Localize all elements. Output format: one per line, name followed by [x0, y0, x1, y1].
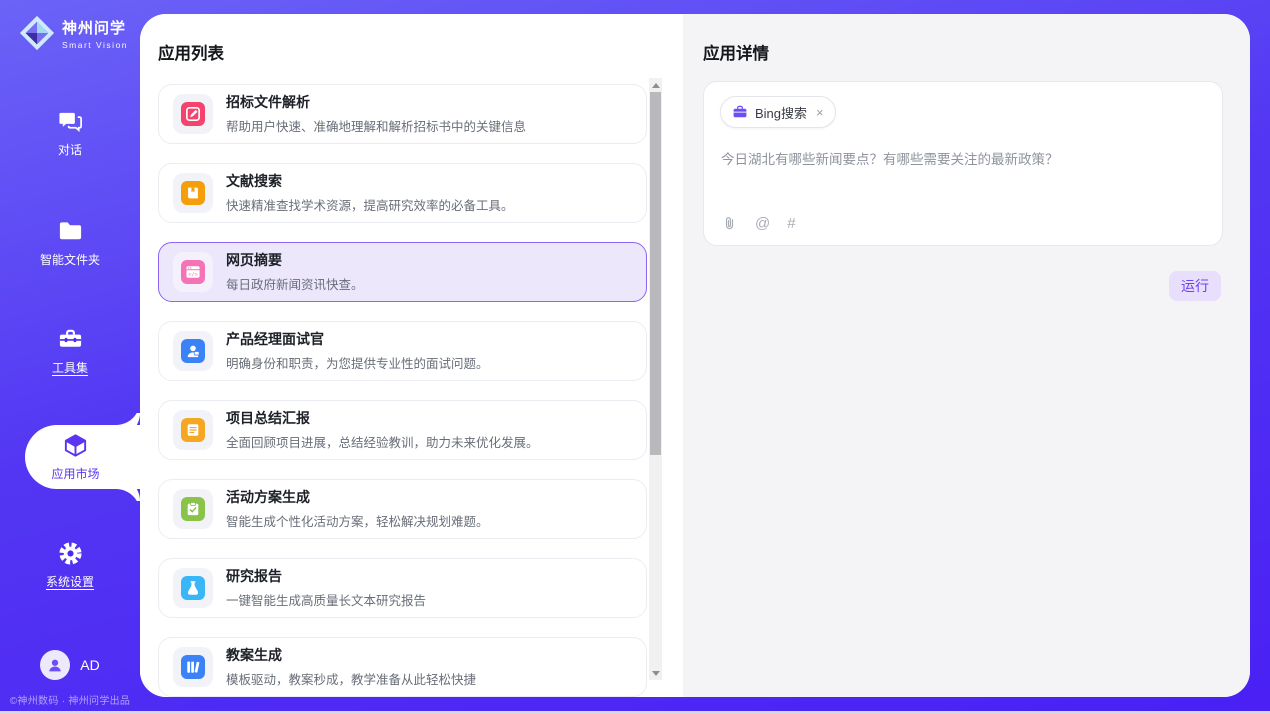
sidebar-item-app-market[interactable]: 应用市场: [25, 425, 140, 489]
app-card-description: 帮助用户快速、准确地理解和解析招标书中的关键信息: [226, 116, 526, 135]
app-card-list: 招标文件解析帮助用户快速、准确地理解和解析招标书中的关键信息文献搜索快速精准查找…: [158, 84, 647, 697]
chat-icon: [57, 108, 84, 135]
sidebar-item-settings[interactable]: 系统设置: [0, 536, 140, 594]
report-note-icon: [181, 418, 205, 442]
app-card-title: 招标文件解析: [226, 93, 526, 111]
app-icon-container: [173, 173, 213, 213]
person-icon: [46, 656, 64, 674]
tool-tag-bing-search[interactable]: Bing搜索 ×: [720, 96, 836, 128]
avatar: [40, 650, 70, 680]
run-button[interactable]: 运行: [1169, 271, 1221, 301]
app-card-web-summary[interactable]: </> 网页摘要每日政府新闻资讯快查。: [158, 242, 647, 302]
pen-square-icon: [181, 102, 205, 126]
mention-at-icon[interactable]: @: [755, 215, 770, 232]
app-card-lesson-plan[interactable]: 教案生成模板驱动，教案秒成，教学准备从此轻松快捷: [158, 637, 647, 697]
sidebar: 神州问学 Smart Vision 对话智能文件夹工具集应用市场系统设置 AD …: [0, 0, 140, 714]
sidebar-item-label: 工具集: [52, 359, 88, 376]
app-card-literature[interactable]: 文献搜索快速精准查找学术资源，提高研究效率的必备工具。: [158, 163, 647, 223]
sidebar-item-chat[interactable]: 对话: [0, 104, 140, 162]
sidebar-item-toolkit[interactable]: 工具集: [0, 322, 140, 380]
hash-icon[interactable]: #: [787, 215, 795, 232]
app-window: 神州问学 Smart Vision 对话智能文件夹工具集应用市场系统设置 AD …: [0, 0, 1270, 714]
app-detail-title: 应用详情: [703, 40, 769, 64]
interviewer-icon: [181, 339, 205, 363]
app-card-title: 活动方案生成: [226, 488, 489, 506]
app-card-bid-doc-parse[interactable]: 招标文件解析帮助用户快速、准确地理解和解析招标书中的关键信息: [158, 84, 647, 144]
app-card-research-report[interactable]: 研究报告一键智能生成高质量长文本研究报告: [158, 558, 647, 618]
app-card-title: 产品经理面试官: [226, 330, 489, 348]
briefcase-icon: [732, 104, 748, 120]
gear-icon: [57, 540, 84, 567]
scrollbar-thumb[interactable]: [650, 92, 661, 455]
app-icon-container: </>: [173, 252, 213, 292]
paperclip-icon[interactable]: [721, 215, 738, 232]
app-card-project-summary[interactable]: 项目总结汇报全面回顾项目进展，总结经验教训，助力未来优化发展。: [158, 400, 647, 460]
sidebar-item-label: 应用市场: [51, 465, 99, 482]
sidebar-footer: ©神州数码 · 神州问学出品: [0, 692, 140, 707]
user-initials: AD: [80, 657, 99, 673]
app-card-description: 快速精准查找学术资源，提高研究效率的必备工具。: [226, 195, 514, 214]
user-row[interactable]: AD: [0, 650, 140, 680]
app-icon-container: [173, 568, 213, 608]
app-card-pm-interviewer[interactable]: 产品经理面试官明确身份和职责，为您提供专业性的面试问题。: [158, 321, 647, 381]
app-icon-container: [173, 94, 213, 134]
logo-subtitle: Smart Vision: [62, 40, 128, 50]
app-icon-container: [173, 331, 213, 371]
sidebar-item-label: 系统设置: [46, 573, 94, 590]
scroll-down-icon[interactable]: [649, 666, 662, 680]
app-list-panel: 应用列表 招标文件解析帮助用户快速、准确地理解和解析招标书中的关键信息文献搜索快…: [140, 14, 683, 697]
app-card-description: 明确身份和职责，为您提供专业性的面试问题。: [226, 353, 489, 372]
tool-tag-label: Bing搜索: [755, 103, 807, 122]
logo-diamond-icon: [18, 14, 56, 52]
folder-icon: [57, 218, 84, 245]
sidebar-item-label: 智能文件夹: [40, 251, 100, 268]
app-logo: 神州问学 Smart Vision: [18, 14, 128, 52]
scrollbar[interactable]: [649, 78, 662, 680]
browser-code-icon: </>: [181, 260, 205, 284]
app-card-description: 模板驱动，教案秒成，教学准备从此轻松快捷: [226, 669, 476, 688]
app-list-title: 应用列表: [158, 40, 224, 64]
app-card-description: 一键智能生成高质量长文本研究报告: [226, 590, 426, 609]
sidebar-item-smart-folder[interactable]: 智能文件夹: [0, 214, 140, 272]
cube-icon: [62, 432, 89, 459]
books-icon: [181, 655, 205, 679]
scroll-up-icon[interactable]: [649, 78, 662, 92]
app-card-title: 研究报告: [226, 567, 426, 585]
app-detail-panel: 应用详情 Bing搜索 × 今日湖北有哪些新闻要点？有哪些需要关注的最新政策？: [683, 14, 1250, 697]
compose-toolbar: @ #: [721, 215, 796, 232]
app-card-description: 智能生成个性化活动方案，轻松解决规划难题。: [226, 511, 489, 530]
app-icon-container: [173, 647, 213, 687]
app-card-title: 教案生成: [226, 646, 476, 664]
sidebar-item-label: 对话: [58, 141, 82, 158]
svg-text:</>: </>: [188, 272, 198, 278]
book-icon: [181, 181, 205, 205]
prompt-card: Bing搜索 × 今日湖北有哪些新闻要点？有哪些需要关注的最新政策？ @ #: [703, 81, 1223, 246]
logo-title: 神州问学: [62, 17, 128, 38]
app-card-title: 项目总结汇报: [226, 409, 539, 427]
app-icon-container: [173, 410, 213, 450]
main-content: 应用列表 招标文件解析帮助用户快速、准确地理解和解析招标书中的关键信息文献搜索快…: [140, 14, 1250, 697]
clipboard-check-icon: [181, 497, 205, 521]
research-flask-icon: [181, 576, 205, 600]
toolbox-icon: [57, 326, 84, 353]
app-card-description: 每日政府新闻资讯快查。: [226, 274, 364, 293]
app-card-title: 网页摘要: [226, 251, 364, 269]
remove-tag-icon[interactable]: ×: [816, 105, 824, 120]
app-card-event-plan[interactable]: 活动方案生成智能生成个性化活动方案，轻松解决规划难题。: [158, 479, 647, 539]
prompt-input[interactable]: 今日湖北有哪些新闻要点？有哪些需要关注的最新政策？: [721, 150, 1206, 170]
app-card-title: 文献搜索: [226, 172, 514, 190]
app-icon-container: [173, 489, 213, 529]
app-card-description: 全面回顾项目进展，总结经验教训，助力未来优化发展。: [226, 432, 539, 451]
